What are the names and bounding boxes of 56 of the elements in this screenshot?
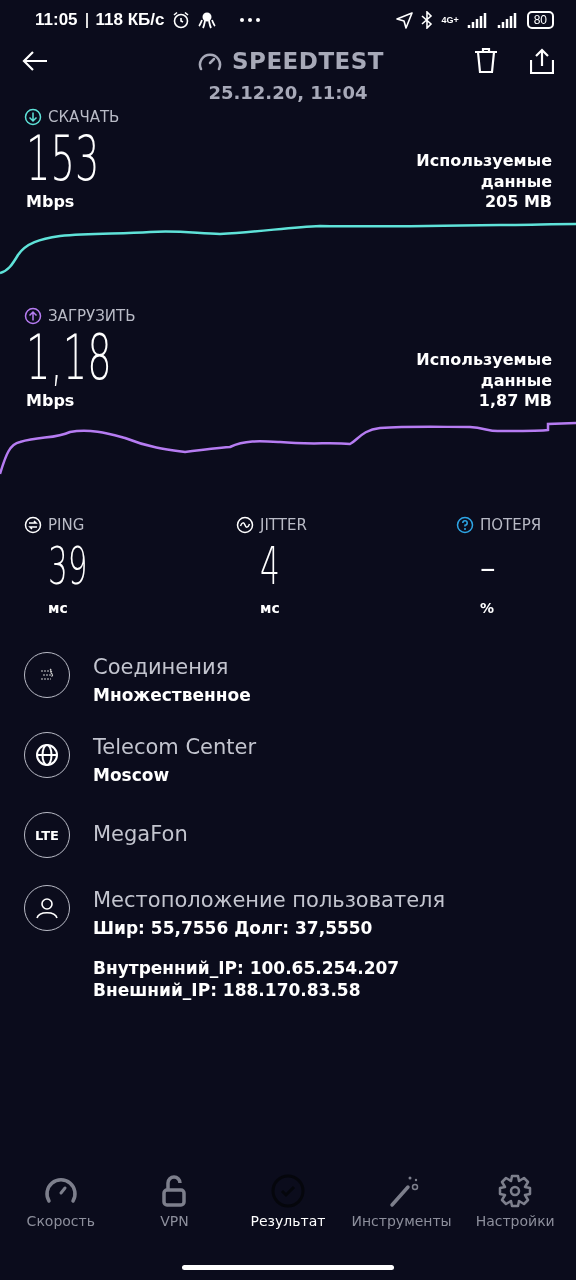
app-title: SPEEDTEST bbox=[231, 48, 385, 74]
metric-label: ПОТЕРЯ bbox=[480, 516, 542, 534]
nav-tab[interactable]: VPN bbox=[119, 1173, 230, 1251]
result-unit: Mbps bbox=[26, 391, 75, 410]
metric-label: JITTER bbox=[260, 516, 307, 534]
info-detail: Moscow bbox=[93, 765, 171, 785]
octopus-icon bbox=[198, 11, 217, 29]
back-button[interactable] bbox=[22, 50, 48, 72]
gauge-icon bbox=[197, 51, 222, 71]
upload-icon bbox=[24, 307, 42, 325]
ping-icon bbox=[24, 516, 42, 534]
settings-icon bbox=[497, 1173, 534, 1209]
metric-value: 39 bbox=[48, 535, 88, 598]
data-used-label: Используемые данные bbox=[415, 349, 552, 391]
share-button[interactable] bbox=[530, 48, 554, 74]
test-date: 25.12.20, 11:04 bbox=[207, 82, 369, 105]
result-label: ЗАГРУЗИТЬ bbox=[48, 307, 136, 325]
signal-icon bbox=[496, 12, 519, 28]
info-title: Местоположение пользователя bbox=[93, 888, 446, 912]
help-icon[interactable] bbox=[456, 516, 474, 534]
ip-address: Внешний_IP: 188.170.83.58 bbox=[93, 980, 362, 1000]
bluetooth-icon bbox=[421, 11, 434, 29]
metric-unit: мс bbox=[260, 600, 280, 616]
nav-tab[interactable]: Настройки bbox=[460, 1173, 571, 1251]
data-used-label: Используемые данные bbox=[415, 150, 552, 192]
location-arrow-icon bbox=[396, 11, 414, 29]
result-label: СКАЧАТЬ bbox=[48, 108, 120, 126]
result-unit: Mbps bbox=[26, 192, 75, 211]
metric-label: PING bbox=[48, 516, 85, 534]
alarm-icon bbox=[172, 11, 191, 29]
nav-tab[interactable]: Скорость bbox=[5, 1173, 116, 1251]
more-icon bbox=[240, 18, 261, 22]
info-detail: Шир: 55,7556 Долг: 37,5550 bbox=[93, 918, 374, 938]
battery-level: 80 bbox=[526, 11, 554, 29]
info-title: Telecom Center bbox=[93, 735, 257, 759]
signal-icon bbox=[466, 12, 489, 28]
metric-value: – bbox=[480, 535, 496, 598]
metric-value: 4 bbox=[260, 535, 280, 598]
metric-unit: % bbox=[480, 600, 495, 616]
data-used-value: 205 MB bbox=[484, 192, 552, 211]
network-type: 4G+ bbox=[441, 15, 459, 25]
download-icon bbox=[24, 108, 42, 126]
wave-icon bbox=[236, 516, 254, 534]
result-value: 1,18 bbox=[26, 325, 112, 391]
data-used-value: 1,87 MB bbox=[478, 391, 552, 410]
network-speed: 118 КБ/с bbox=[95, 10, 165, 30]
info-title: Соединения bbox=[93, 655, 230, 679]
result-value: 153 bbox=[26, 126, 100, 192]
metric-unit: мс bbox=[48, 600, 68, 616]
info-title: MegaFon bbox=[93, 822, 188, 846]
nav-tab[interactable]: Инструменты bbox=[346, 1173, 457, 1251]
clock: 11:05 bbox=[35, 10, 78, 30]
info-detail: Множественное bbox=[93, 685, 251, 705]
delete-button[interactable] bbox=[474, 48, 498, 74]
nav-tab[interactable]: Результат bbox=[233, 1173, 343, 1251]
ip-address: Внутренний_IP: 100.65.254.207 bbox=[93, 958, 401, 978]
